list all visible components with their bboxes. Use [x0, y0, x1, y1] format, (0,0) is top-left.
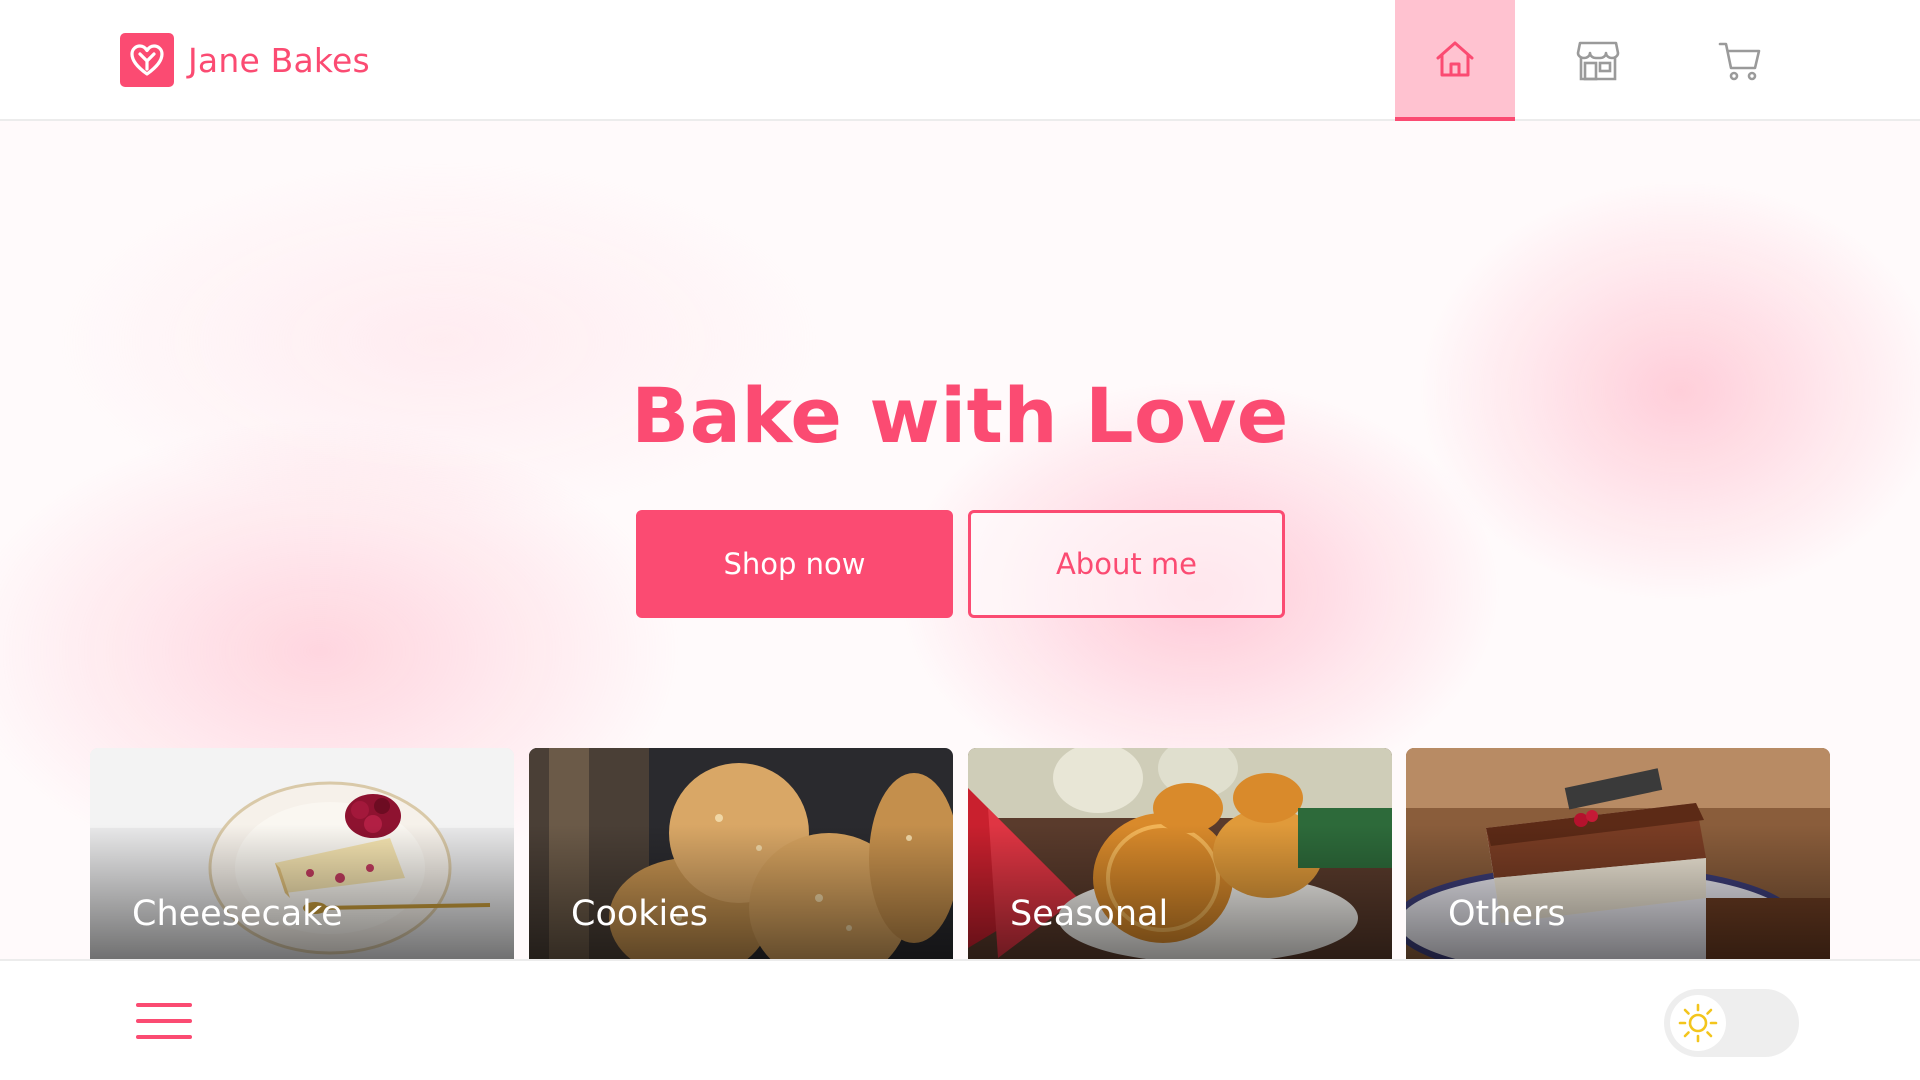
category-card-cookies[interactable]: Cookies — [529, 748, 953, 959]
store-icon — [1576, 41, 1620, 80]
category-label: Cookies — [571, 894, 709, 934]
theme-toggle[interactable] — [1664, 989, 1799, 1057]
nav-tab-cart[interactable] — [1680, 0, 1800, 121]
brand[interactable]: Jane Bakes — [120, 33, 370, 87]
brand-name: Jane Bakes — [188, 40, 370, 80]
top-navbar: Jane Bakes — [0, 0, 1920, 121]
heart-icon — [120, 33, 174, 87]
category-card-seasonal[interactable]: Seasonal — [968, 748, 1392, 959]
hero-title: Bake with Love — [631, 371, 1289, 460]
hero-section: Bake with Love Shop now About me Cheesec… — [0, 121, 1920, 959]
sun-icon — [1670, 995, 1726, 1051]
cart-icon — [1718, 42, 1761, 80]
category-card-others[interactable]: Others — [1406, 748, 1830, 959]
bottom-bar — [0, 959, 1920, 1080]
hamburger-menu-icon[interactable] — [136, 1001, 192, 1041]
nav-tab-home[interactable] — [1395, 0, 1515, 121]
category-card-cheesecake[interactable]: Cheesecake — [90, 748, 514, 959]
nav-tab-shop[interactable] — [1538, 0, 1658, 121]
category-label: Cheesecake — [132, 894, 343, 934]
about-me-button[interactable]: About me — [968, 510, 1285, 618]
home-icon — [1436, 41, 1474, 76]
category-label: Others — [1448, 894, 1566, 934]
shop-now-button[interactable]: Shop now — [636, 510, 953, 618]
category-label: Seasonal — [1010, 894, 1169, 934]
